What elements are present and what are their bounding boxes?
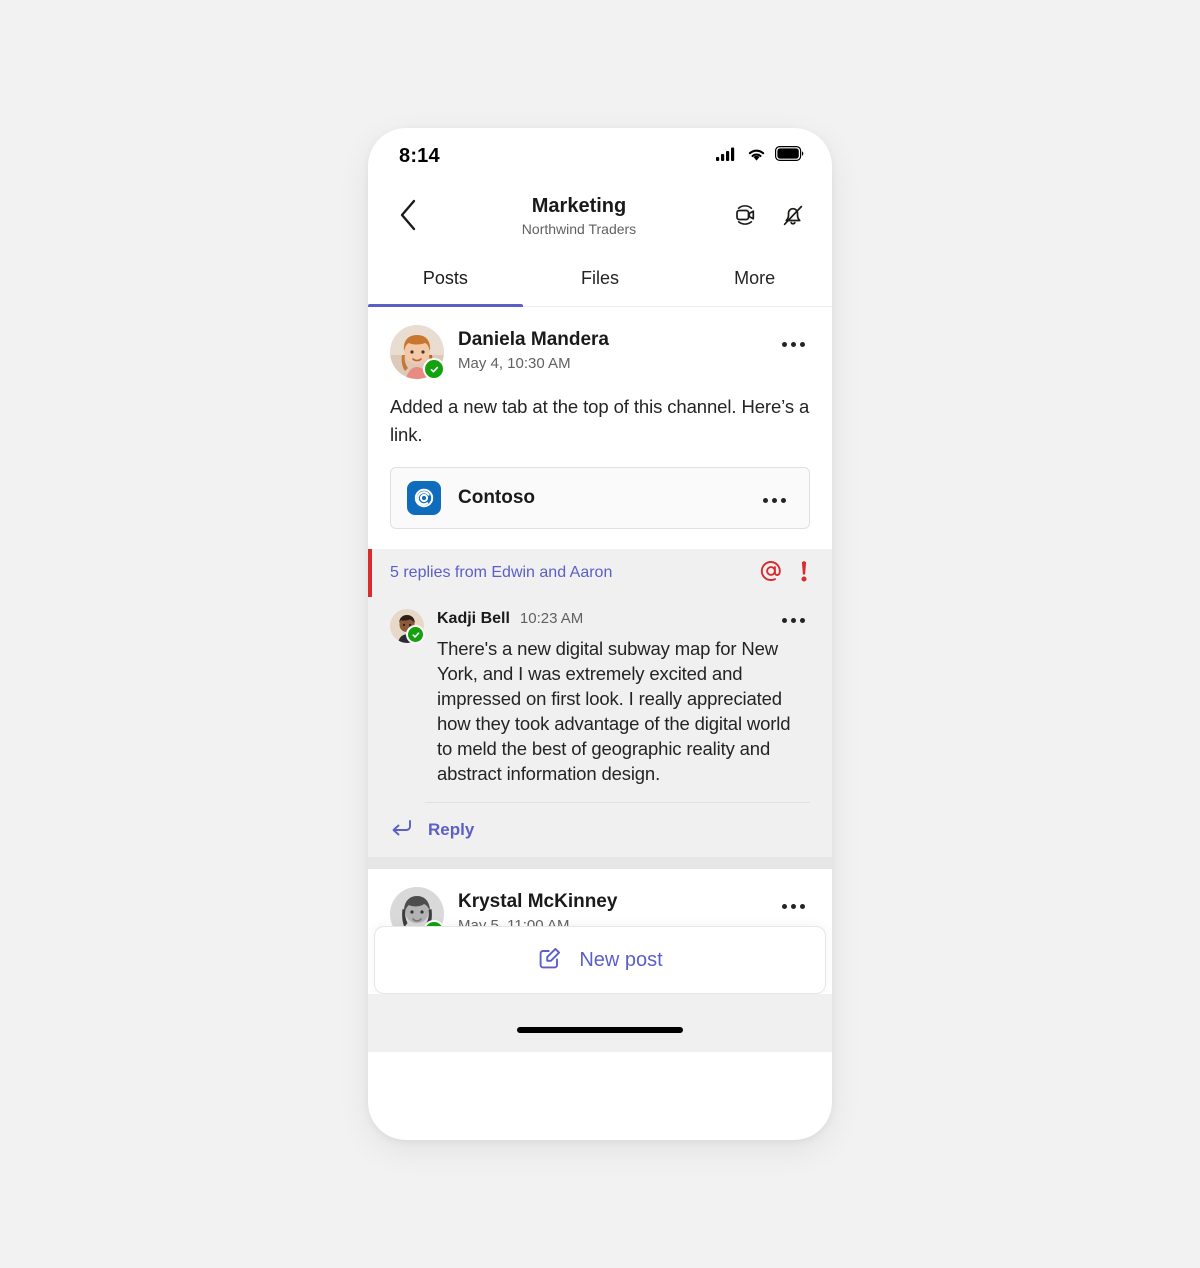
- reply-button[interactable]: Reply: [368, 803, 832, 857]
- reply-item[interactable]: Kadji Bell 10:23 AM There's a new digita…: [368, 597, 832, 786]
- compose-bar-wrapper: New post: [368, 926, 832, 994]
- reply-button-label: Reply: [428, 820, 475, 839]
- compose-new-post-icon: [537, 945, 563, 976]
- reply-arrow-icon: [390, 818, 414, 843]
- at-mention-icon: [758, 558, 784, 589]
- tab-posts[interactable]: Posts: [368, 250, 523, 307]
- replies-summary-label: 5 replies from Edwin and Aaron: [390, 564, 613, 581]
- replies-section: 5 replies from Edwin and Aaron Kadji Bel…: [368, 549, 832, 857]
- status-bar-icons: [716, 146, 804, 167]
- cellular-signal-icon: [716, 146, 738, 167]
- reply-text: There's a new digital subway map for New…: [437, 638, 791, 784]
- replies-flags: [758, 558, 810, 589]
- contoso-app-icon: [407, 481, 441, 515]
- meet-now-button[interactable]: [728, 200, 762, 234]
- post-timestamp: May 4, 10:30 AM: [458, 355, 571, 372]
- reply-meta: Kadji Bell 10:23 AM: [437, 601, 810, 635]
- channel-tabs: Posts Files More: [368, 250, 832, 307]
- urgent-indicator-bar: [368, 549, 372, 597]
- status-bar: 8:14: [368, 128, 832, 184]
- reply-more-options-button[interactable]: [776, 605, 810, 635]
- post-item[interactable]: Daniela Mandera May 4, 10:30 AM Added a …: [368, 307, 832, 529]
- post-author-block: Daniela Mandera May 4, 10:30 AM: [444, 325, 776, 374]
- post-more-options-button[interactable]: [776, 329, 810, 359]
- post-header: Daniela Mandera May 4, 10:30 AM: [390, 325, 810, 380]
- more-options-icon: [762, 497, 786, 503]
- link-card[interactable]: Contoso: [390, 467, 810, 529]
- bell-off-icon: [778, 200, 808, 235]
- more-options-icon: [781, 617, 805, 623]
- avatar[interactable]: [390, 609, 425, 644]
- reply-content: Kadji Bell 10:23 AM There's a new digita…: [424, 601, 810, 786]
- presence-available-badge: [406, 625, 425, 644]
- new-post-label: New post: [579, 948, 663, 971]
- home-indicator[interactable]: [517, 1027, 683, 1033]
- post-author: Daniela Mandera: [458, 329, 609, 350]
- replies-summary-row[interactable]: 5 replies from Edwin and Aaron: [368, 549, 832, 597]
- reply-author: Kadji Bell: [437, 609, 510, 627]
- reply-timestamp: 10:23 AM: [519, 609, 584, 627]
- tab-more[interactable]: More: [677, 250, 832, 306]
- link-card-more-button[interactable]: [757, 485, 791, 515]
- post-more-options-button[interactable]: [776, 891, 810, 921]
- wifi-icon: [746, 146, 767, 167]
- battery-icon: [775, 146, 804, 166]
- tab-files[interactable]: Files: [523, 250, 678, 306]
- phone-frame: 8:14 Marketing Northwind Traders Posts F…: [368, 128, 832, 1140]
- channel-header: Marketing Northwind Traders: [368, 184, 832, 250]
- more-options-icon: [781, 903, 805, 909]
- status-bar-time: 8:14: [399, 144, 440, 167]
- more-options-icon: [781, 341, 805, 347]
- link-card-title: Contoso: [458, 487, 536, 508]
- team-name: Northwind Traders: [521, 220, 637, 237]
- home-indicator-area: [368, 994, 832, 1052]
- header-actions: [728, 200, 810, 234]
- presence-available-badge: [423, 358, 445, 380]
- channel-title-block[interactable]: Marketing Northwind Traders: [430, 194, 728, 239]
- back-button[interactable]: [386, 195, 430, 239]
- posts-feed[interactable]: Daniela Mandera May 4, 10:30 AM Added a …: [368, 307, 832, 1052]
- page-title: Marketing: [531, 194, 627, 217]
- new-post-button[interactable]: New post: [374, 926, 826, 994]
- meet-now-camera-icon: [730, 200, 760, 235]
- post-body: Added a new tab at the top of this chann…: [390, 396, 810, 445]
- chevron-left-icon: [397, 198, 419, 237]
- notifications-toggle-button[interactable]: [776, 200, 810, 234]
- post-author: Krystal McKinney: [458, 891, 618, 912]
- thread-divider: [368, 857, 832, 869]
- urgent-exclamation-icon: [798, 558, 810, 589]
- avatar[interactable]: [390, 325, 445, 380]
- screenshot-stage: 8:14 Marketing Northwind Traders Posts F…: [0, 0, 1200, 1268]
